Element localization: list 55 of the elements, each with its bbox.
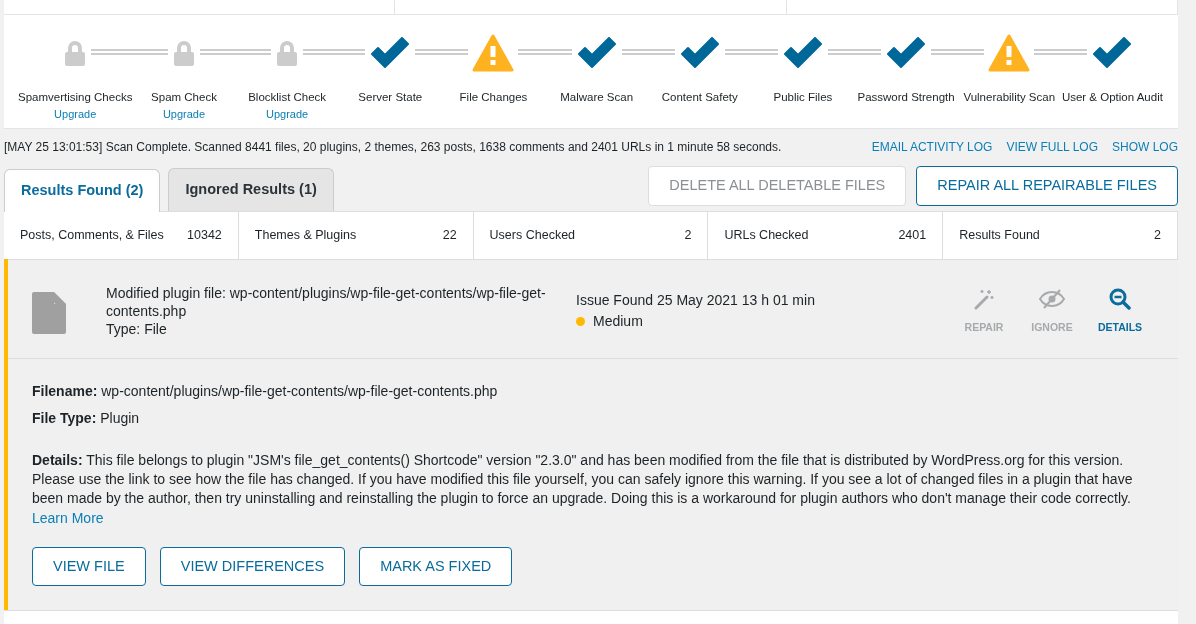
step-label: Content Safety xyxy=(661,90,738,105)
step-label: Blocklist Check xyxy=(248,90,327,105)
stat-label: URLs Checked xyxy=(724,226,809,244)
log-link[interactable]: SHOW LOG xyxy=(1112,140,1178,154)
stat-value: 2 xyxy=(684,226,692,244)
upgrade-link[interactable]: Upgrade xyxy=(54,106,97,123)
stat-value: 22 xyxy=(442,226,457,244)
checkmark-icon xyxy=(885,37,928,69)
lock-icon xyxy=(63,39,88,67)
checkmark-icon xyxy=(575,37,618,69)
issue-type: Type: File xyxy=(106,319,168,339)
issue-title: Modified plugin file: wp-content/plugins/wp-file-get-contents/wp-file-get-contents.php xyxy=(106,283,546,320)
stat-value: 2 xyxy=(1154,226,1161,244)
learn-more-link[interactable]: Learn More xyxy=(32,507,104,529)
step-label: Spam Check xyxy=(151,90,217,105)
step-label: Vulnerability Scan xyxy=(963,90,1056,105)
issue-button[interactable]: VIEW FILE xyxy=(32,546,146,587)
file-icon xyxy=(32,291,66,334)
stat-label: Posts, Comments, & Files xyxy=(20,226,164,244)
lock-icon xyxy=(275,39,300,67)
detail-text: Details: This file belongs to plugin "JSM's file_get_contents() Shortcode" version "2.3.0" and has been modified from the file that is distributed by WordPress.org for this version. Please use the link to see how the file has changed. If you have modified this file yourself, you can safely ignore this warning. If you see a lot of changed files in a plugin that have been made by the author, then try uninstalling and reinstalling the plugin to force an upgrade. Doing this is a workaround for plugin authors who don't manage their code correctly. xyxy=(32,451,1134,508)
severity-label: Medium xyxy=(593,311,643,331)
results-tab[interactable]: Results Found (2) xyxy=(4,169,161,212)
issue-found-date: Issue Found 25 May 2021 13 h 01 min xyxy=(576,290,815,310)
checkmark-icon xyxy=(781,37,824,69)
checkmark-icon xyxy=(369,37,412,69)
log-link[interactable]: VIEW FULL LOG xyxy=(1006,140,1098,154)
step-label: Spamvertising Checks xyxy=(18,90,133,105)
warning-icon xyxy=(988,34,1031,72)
log-link[interactable]: EMAIL ACTIVITY LOG xyxy=(871,140,993,154)
issue-button[interactable]: MARK AS FIXED xyxy=(359,546,513,587)
issue-button[interactable]: VIEW DIFFERENCES xyxy=(159,546,346,587)
step-label: Malware Scan xyxy=(560,90,634,105)
stat-label: Users Checked xyxy=(489,226,576,244)
warning-icon xyxy=(472,34,515,72)
upgrade-link[interactable]: Upgrade xyxy=(266,106,309,123)
step-label: Server State xyxy=(358,90,423,105)
scan-log-message: [MAY 25 13:01:53] Scan Complete. Scanned 8441 files, 20 plugins, 2 themes, 263 posts, 1638 comments and 2401 URLs in 1 minute 58 seconds. xyxy=(4,139,782,156)
step-label: User & Option Audit xyxy=(1061,90,1163,105)
issue-action-button[interactable]: DETAILS xyxy=(1086,285,1154,336)
checkmark-icon xyxy=(1091,37,1134,69)
step-label: Password Strength xyxy=(857,90,955,105)
detail-text: File Type: Plugin xyxy=(32,409,141,429)
upgrade-link[interactable]: Upgrade xyxy=(162,106,206,123)
step-label: File Changes xyxy=(459,90,528,105)
stat-value: 2401 xyxy=(898,226,927,244)
bulk-action-button[interactable]: REPAIR ALL REPAIRABLE FILES xyxy=(916,166,1178,206)
detail-text: Filename: wp-content/plugins/wp-file-get-contents/wp-file-get-contents.php xyxy=(32,382,499,402)
lock-icon xyxy=(172,39,196,67)
results-tab[interactable]: Ignored Results (1) xyxy=(168,168,334,211)
step-label: Public Files xyxy=(773,90,833,105)
stat-value: 10342 xyxy=(187,226,222,244)
stat-label: Themes & Plugins xyxy=(254,226,357,244)
checkmark-icon xyxy=(678,37,721,69)
stat-label: Results Found xyxy=(959,226,1040,244)
